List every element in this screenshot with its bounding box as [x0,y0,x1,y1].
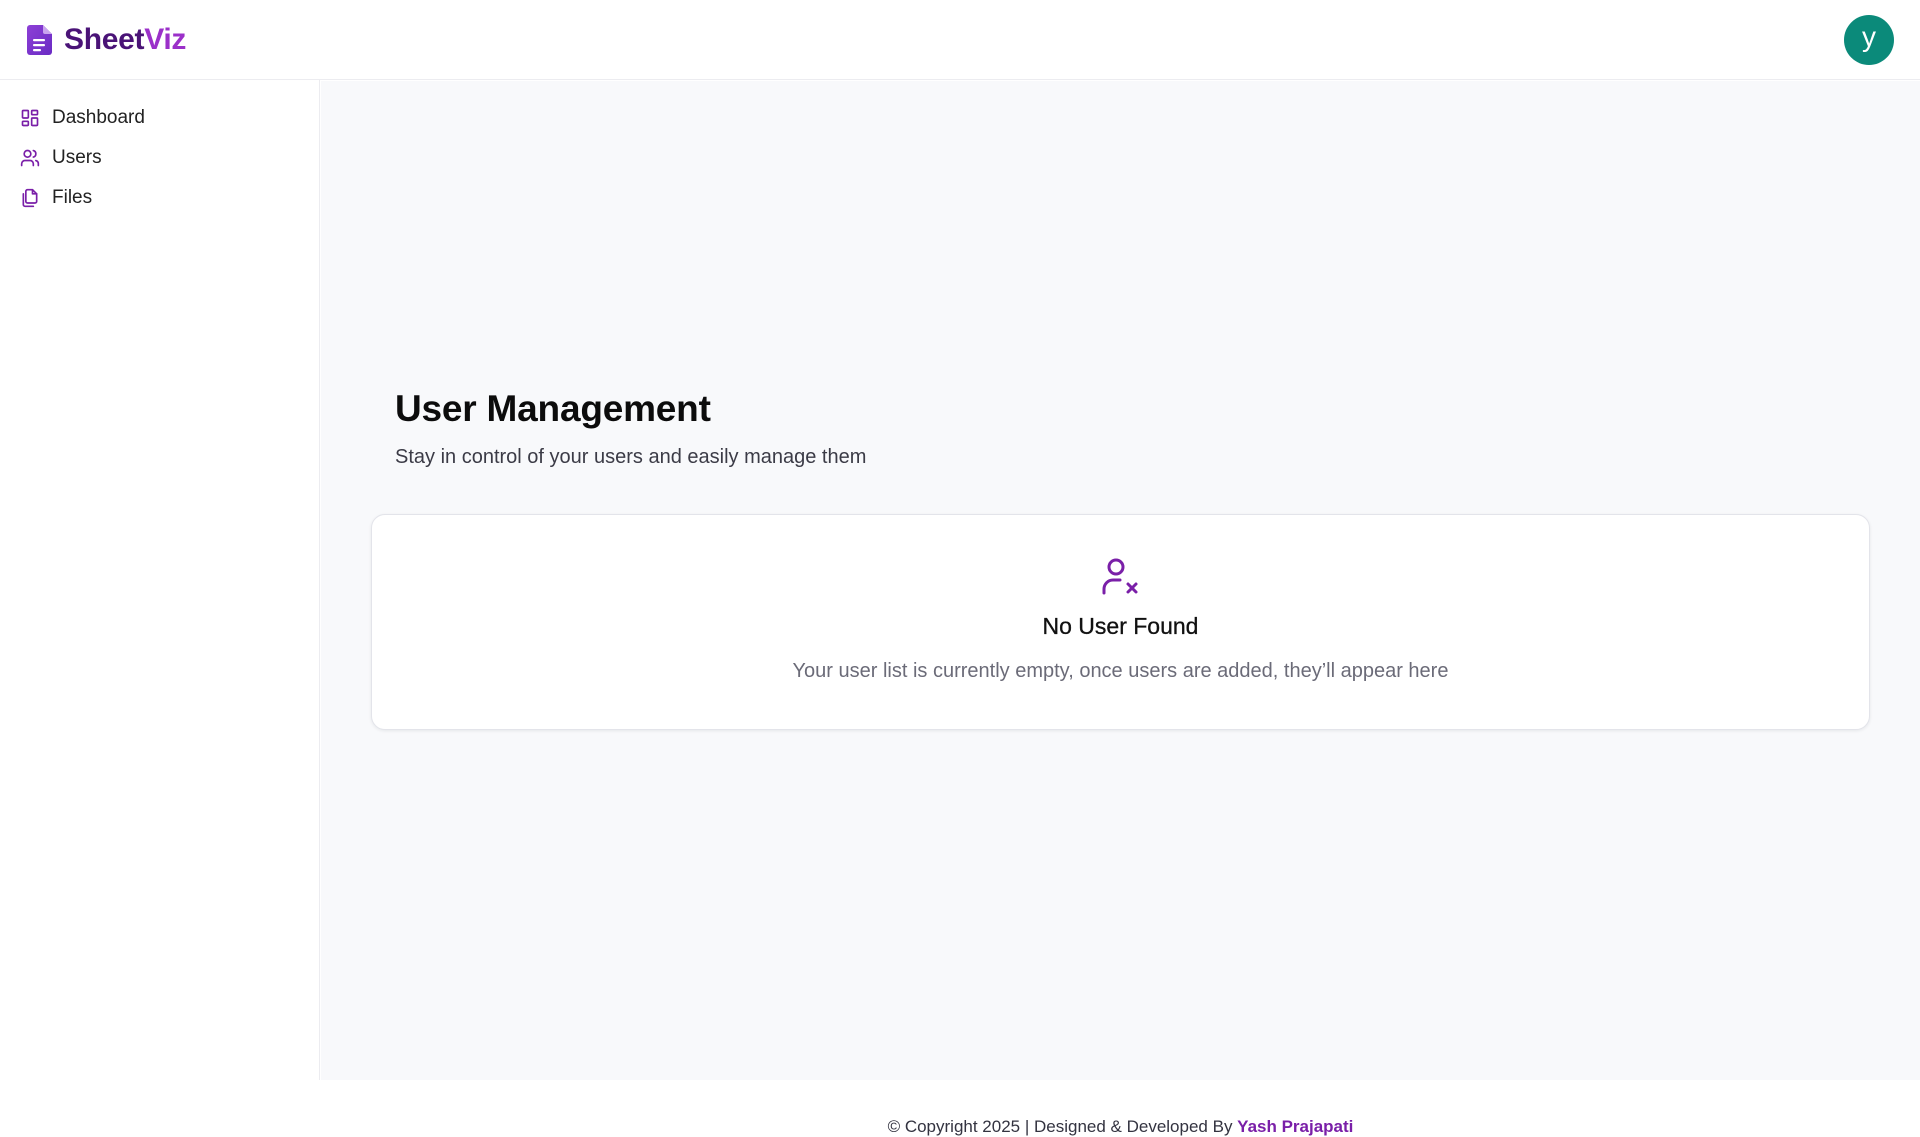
brand-logo[interactable]: SheetViz [26,23,186,57]
brand-name-part1: Sheet [64,22,145,56]
main-content: User Management Stay in control of your … [321,81,1920,1136]
sidebar-item-users[interactable]: Users [0,138,319,178]
user-x-icon [1102,558,1137,595]
sidebar-item-label: Users [52,147,102,168]
users-icon [20,149,40,167]
page-title: User Management [395,388,711,429]
empty-state-title: No User Found [1042,613,1199,639]
sidebar-item-dashboard[interactable]: Dashboard [0,98,319,138]
sidebar-item-files[interactable]: Files [0,178,319,218]
user-avatar[interactable]: y [1844,14,1894,65]
footer: © Copyright 2025 | Designed & Developed … [321,1117,1920,1137]
footer-copyright: © Copyright 2025 | Designed & Developed … [887,1117,1238,1136]
dashboard-grid-icon [21,109,39,127]
empty-state-card: No User Found Your user list is currentl… [371,514,1870,730]
files-icon [22,188,38,208]
brand-name-part2: Viz [144,22,187,56]
sidebar-item-label: Files [52,187,93,208]
footer-author-link[interactable]: Yash Prajapati [1237,1117,1353,1136]
sidebar-item-label: Dashboard [52,107,145,128]
sidebar: Dashboard Users Files [0,80,320,1080]
top-bar: SheetViz y [0,0,1920,80]
empty-state-description: Your user list is currently empty, once … [792,660,1449,682]
brand-name: SheetViz [64,23,186,57]
document-icon [27,24,52,55]
page-subtitle: Stay in control of your users and easily… [395,446,867,468]
